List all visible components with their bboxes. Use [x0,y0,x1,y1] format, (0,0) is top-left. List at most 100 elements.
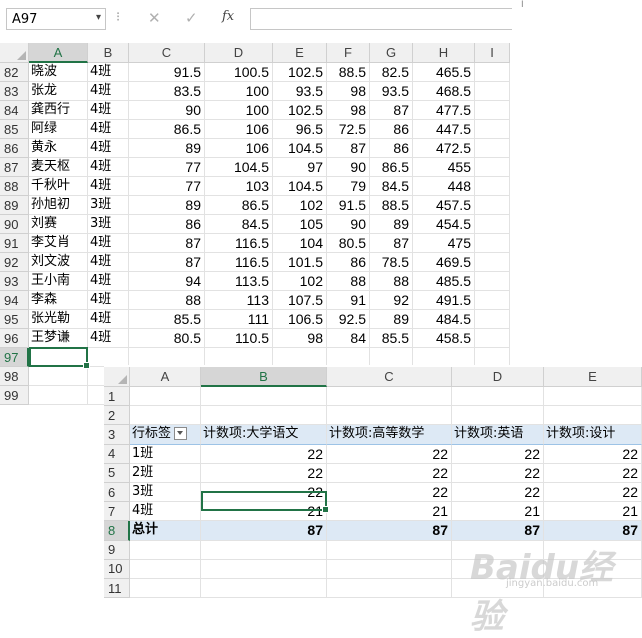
drag-handle-icon[interactable]: ⁝ [116,10,120,25]
table-cell[interactable]: 78.5 [370,253,413,272]
table-cell[interactable]: 86.5 [129,120,205,139]
pivot-cell[interactable]: 22 [452,463,544,483]
table-cell[interactable]: 477.5 [413,101,475,120]
table-cell[interactable]: 刘文波 [29,253,88,272]
table-cell[interactable]: 90 [129,101,205,120]
pivot-cell[interactable]: 1班 [130,444,201,464]
table-cell[interactable]: 102.5 [273,101,327,120]
pivot-cell[interactable] [130,579,201,599]
row-header[interactable]: 83 [0,82,29,101]
column-header-a[interactable]: A [29,43,88,63]
table-cell[interactable]: 麦天枢 [29,158,88,177]
table-cell[interactable]: 86.5 [205,196,273,215]
table-cell[interactable] [475,139,510,158]
column-header-c[interactable]: C [327,367,452,387]
table-cell[interactable]: 448 [413,177,475,196]
row-header[interactable]: 91 [0,234,29,253]
table-cell[interactable]: 102.5 [273,63,327,82]
table-cell[interactable]: 90 [327,215,370,234]
table-cell[interactable]: 77 [129,177,205,196]
table-cell[interactable] [475,82,510,101]
table-cell[interactable]: 92 [370,291,413,310]
table-cell[interactable]: 102 [273,196,327,215]
pivot-cell[interactable]: 计数项:大学语文 [201,425,327,445]
pivot-cell[interactable]: 22 [544,463,642,483]
table-cell[interactable]: 101.5 [273,253,327,272]
table-cell[interactable]: 88 [370,272,413,291]
table-cell[interactable]: 91 [327,291,370,310]
table-cell[interactable]: 468.5 [413,82,475,101]
table-cell[interactable]: 102 [273,272,327,291]
row-header[interactable]: 82 [0,63,29,82]
table-cell[interactable]: 84.5 [370,177,413,196]
table-cell[interactable]: 4班 [88,291,129,310]
table-cell[interactable]: 465.5 [413,63,475,82]
table-cell[interactable]: 107.5 [273,291,327,310]
pivot-cell[interactable]: 87 [544,521,642,541]
table-cell[interactable]: 77 [129,158,205,177]
enter-icon[interactable]: ✓ [185,9,198,27]
pivot-cell[interactable] [544,387,642,407]
table-cell[interactable]: 3班 [88,196,129,215]
table-cell[interactable]: 87 [327,139,370,158]
table-cell[interactable]: 455 [413,158,475,177]
sheet-select-all[interactable] [0,43,29,63]
pivot-cell[interactable] [201,387,327,407]
row-header[interactable]: 11 [104,579,130,599]
table-cell[interactable]: 104.5 [205,158,273,177]
row-header[interactable]: 6 [104,483,130,503]
table-cell[interactable]: 86 [370,139,413,158]
pivot-cell[interactable]: 22 [452,483,544,503]
pivot-cell[interactable]: 4班 [130,502,201,522]
table-cell[interactable]: 84 [327,329,370,348]
pivot-cell[interactable] [130,406,201,426]
table-cell[interactable]: 113.5 [205,272,273,291]
table-cell[interactable]: 88.5 [327,63,370,82]
pivot-cell[interactable]: 总计 [130,521,201,541]
table-cell[interactable]: 94 [129,272,205,291]
table-cell[interactable]: 454.5 [413,215,475,234]
table-cell[interactable]: 晓波 [29,63,88,82]
pivot-cell[interactable]: 22 [544,483,642,503]
pivot-cell[interactable] [130,540,201,560]
row-header[interactable]: 2 [104,406,130,426]
cancel-icon[interactable]: ✕ [148,9,161,27]
column-header-b[interactable]: B [201,367,327,387]
table-cell[interactable]: 475 [413,234,475,253]
pivot-cell[interactable] [201,579,327,599]
row-header[interactable]: 96 [0,329,29,348]
table-cell[interactable]: 4班 [88,177,129,196]
pivot-cell[interactable]: 22 [327,483,452,503]
table-cell[interactable]: 4班 [88,234,129,253]
table-cell[interactable]: 4班 [88,120,129,139]
table-cell[interactable]: 491.5 [413,291,475,310]
pivot-cell[interactable] [327,387,452,407]
table-cell[interactable]: 张光勒 [29,310,88,329]
table-cell[interactable]: 103 [205,177,273,196]
table-cell[interactable]: 黄永 [29,139,88,158]
pivot-cell[interactable]: 21 [544,502,642,522]
table-cell[interactable] [475,253,510,272]
table-cell[interactable] [475,215,510,234]
table-cell[interactable]: 469.5 [413,253,475,272]
table-cell[interactable]: 91.5 [129,63,205,82]
filter-dropdown-icon[interactable] [174,427,188,441]
table-cell[interactable]: 80.5 [129,329,205,348]
pivot-cell[interactable]: 21 [452,502,544,522]
table-cell[interactable]: 3班 [88,215,129,234]
pivot-cell[interactable] [452,406,544,426]
table-cell[interactable]: 98 [327,82,370,101]
table-cell[interactable]: 89 [129,139,205,158]
table-cell[interactable]: 104 [273,234,327,253]
table-cell[interactable]: 4班 [88,63,129,82]
row-header[interactable]: 7 [104,502,130,522]
table-cell[interactable]: 4班 [88,329,129,348]
table-cell[interactable]: 李艾肖 [29,234,88,253]
table-cell[interactable]: 4班 [88,101,129,120]
table-cell[interactable]: 83.5 [129,82,205,101]
table-cell[interactable]: 王小南 [29,272,88,291]
table-cell[interactable]: 88.5 [370,196,413,215]
table-cell[interactable]: 孙旭初 [29,196,88,215]
column-header-a[interactable]: A [130,367,201,387]
table-cell[interactable]: 100 [205,101,273,120]
